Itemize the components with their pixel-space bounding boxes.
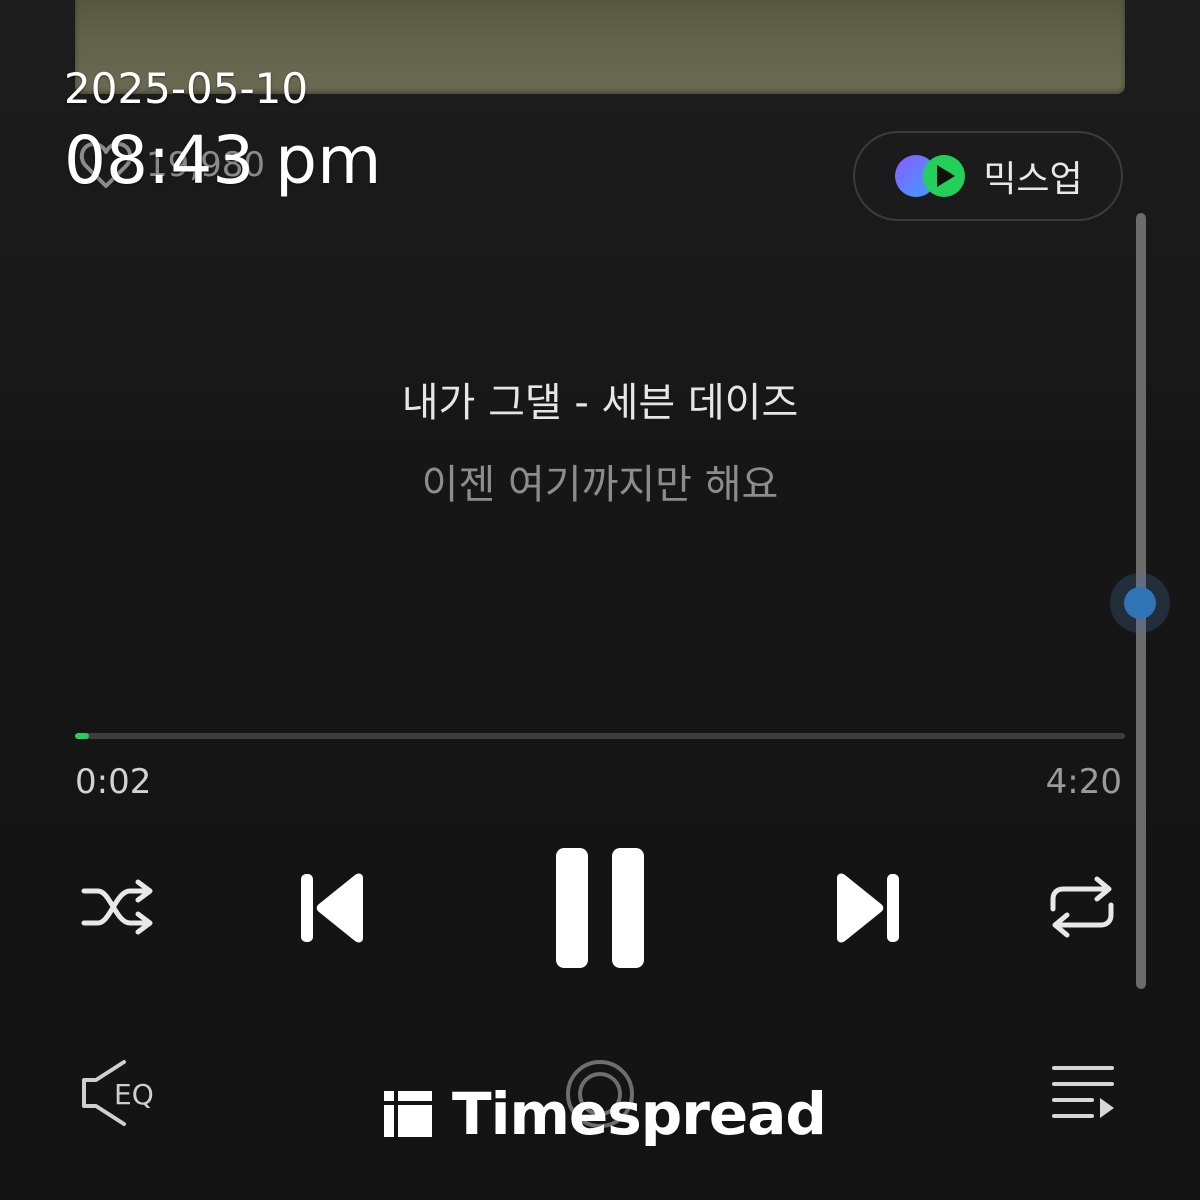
song-title: 내가 그댈 - 세븐 데이즈 bbox=[401, 380, 799, 426]
next-button[interactable] bbox=[832, 868, 904, 948]
shuffle-icon bbox=[81, 879, 153, 935]
shuffle-button[interactable] bbox=[78, 872, 158, 942]
overlay-time: 08:43 pm bbox=[64, 122, 382, 199]
current-lyric[interactable]: 이젠 여기까지만 해요 bbox=[0, 452, 1200, 510]
watermark: Timespread bbox=[384, 1080, 827, 1148]
pause-button[interactable] bbox=[550, 843, 650, 973]
pause-icon bbox=[556, 848, 644, 968]
watermark-text: Timespread bbox=[452, 1080, 827, 1148]
progress-bar[interactable] bbox=[75, 733, 1125, 739]
mixup-button[interactable]: 믹스업 bbox=[853, 131, 1123, 221]
playlist-icon bbox=[1052, 1066, 1114, 1118]
eq-button[interactable]: EQ bbox=[76, 1056, 166, 1130]
overlay-date: 2025-05-10 bbox=[64, 64, 309, 113]
player-screen: 19,980 믹스업 내가 그댈 - 세븐 데이즈 이젠 여기까지만 해요 0:… bbox=[0, 0, 1200, 1200]
skip-next-icon bbox=[837, 873, 899, 943]
eq-label: EQ bbox=[114, 1078, 154, 1111]
elapsed-time: 0:02 bbox=[75, 762, 152, 802]
repeat-button[interactable] bbox=[1042, 872, 1122, 942]
skip-previous-icon bbox=[301, 873, 363, 943]
progress-fill bbox=[75, 733, 89, 739]
timespread-logo-icon bbox=[384, 1091, 432, 1137]
repeat-icon bbox=[1050, 876, 1114, 938]
playlist-button[interactable] bbox=[1046, 1060, 1120, 1126]
scrollbar-thumb[interactable] bbox=[1124, 587, 1156, 619]
previous-button[interactable] bbox=[296, 868, 368, 948]
mixup-logo-icon bbox=[895, 155, 966, 197]
mixup-label: 믹스업 bbox=[983, 159, 1083, 200]
equalizer-speaker-icon: EQ bbox=[82, 1060, 154, 1126]
total-time: 4:20 bbox=[1045, 762, 1122, 802]
